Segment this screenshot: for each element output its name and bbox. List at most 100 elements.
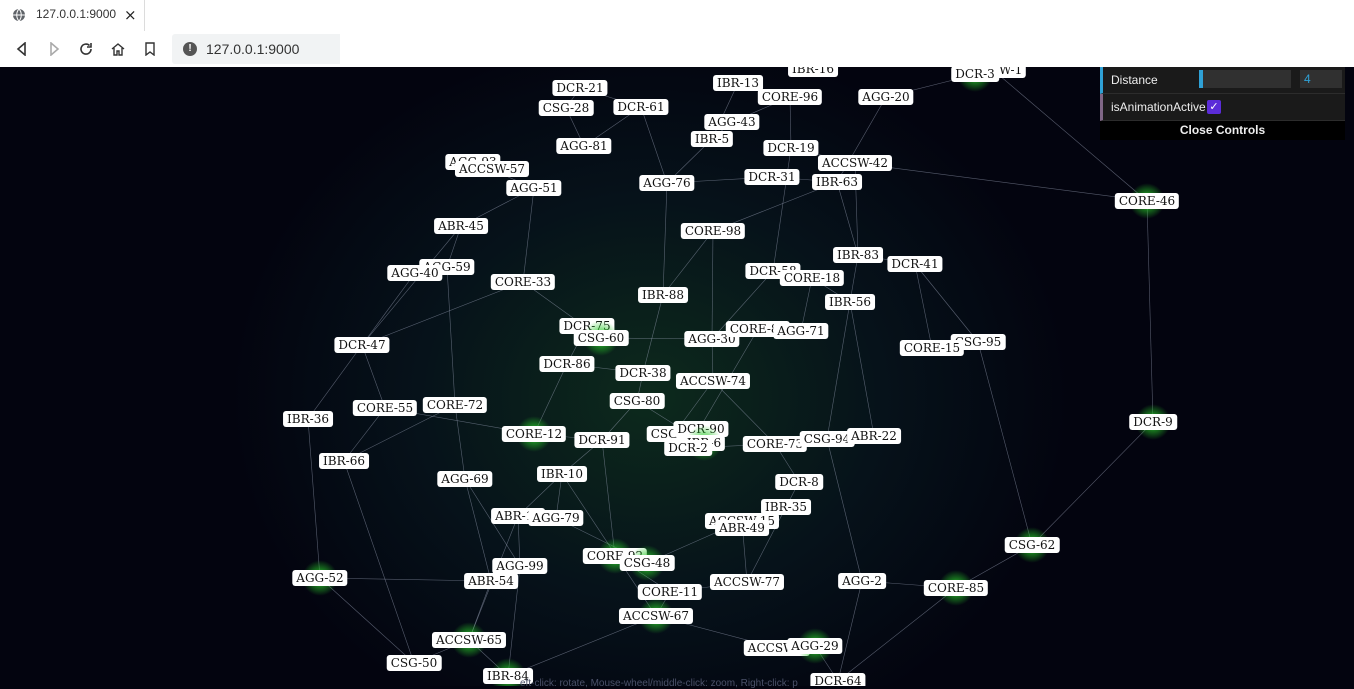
graph-link	[464, 478, 492, 582]
node-label-dcr-9[interactable]: DCR-9	[1129, 414, 1177, 430]
node-label-agg-43[interactable]: AGG-43	[704, 114, 760, 130]
node-label-dcr-47[interactable]: DCR-47	[334, 337, 390, 353]
graph-link	[711, 230, 714, 340]
node-label-csg-28[interactable]: CSG-28	[538, 100, 594, 116]
distance-input[interactable]: 4	[1300, 70, 1342, 88]
node-label-ibr-66[interactable]: IBR-66	[319, 453, 369, 469]
node-label-agg-71[interactable]: AGG-71	[773, 323, 829, 339]
node-label-agg-81[interactable]: AGG-81	[556, 138, 612, 154]
node-label-abr-54[interactable]: ABR-54	[464, 573, 518, 589]
node-label-dcr-21[interactable]: DCR-21	[552, 80, 608, 96]
controls-panel: Distance 4 isAnimationActive ✓ Close Con…	[1100, 67, 1345, 140]
node-label-accsw-74[interactable]: ACCSW-74	[675, 373, 751, 389]
node-label-agg-52[interactable]: AGG-52	[292, 570, 348, 586]
browser-tab[interactable]: 127.0.0.1:9000 ×	[0, 0, 145, 31]
node-label-csg-50[interactable]: CSG-50	[386, 655, 442, 671]
node-label-agg-69[interactable]: AGG-69	[437, 471, 493, 487]
back-icon[interactable]	[12, 39, 32, 59]
globe-icon	[13, 8, 25, 22]
graph-link	[977, 341, 1033, 546]
info-icon[interactable]: !	[183, 42, 197, 56]
node-label-abr-45[interactable]: ABR-45	[434, 218, 488, 234]
node-label-accsw-42[interactable]: ACCSW-42	[817, 155, 893, 171]
graph-link	[849, 301, 875, 437]
address-bar[interactable]: ! 127.0.0.1:9000	[172, 34, 340, 64]
node-label-ibr-13[interactable]: IBR-13	[713, 75, 763, 91]
node-label-ibr-88[interactable]: IBR-88	[638, 287, 688, 303]
node-label-ibr-83[interactable]: IBR-83	[833, 247, 883, 263]
graph-link	[1031, 421, 1154, 546]
reload-icon[interactable]	[76, 39, 96, 59]
node-label-dcr-61[interactable]: DCR-61	[613, 99, 669, 115]
node-label-csg-94[interactable]: CSG-94	[799, 431, 855, 447]
node-label-ibr-36[interactable]: IBR-36	[283, 411, 333, 427]
graph-link	[642, 294, 664, 374]
node-label-dcr-38[interactable]: DCR-38	[615, 365, 671, 381]
node-label-accsw-77[interactable]: ACCSW-77	[709, 574, 785, 590]
node-label-dcr-31[interactable]: DCR-31	[744, 169, 800, 185]
graph-link	[361, 272, 416, 346]
node-label-agg-29[interactable]: AGG-29	[787, 638, 843, 654]
node-label-dcr-8[interactable]: DCR-8	[775, 474, 823, 490]
node-label-ibr-16[interactable]: IBR-16	[788, 67, 838, 77]
browser-toolbar: ! 127.0.0.1:9000	[0, 31, 1354, 67]
node-label-ibr-10[interactable]: IBR-10	[537, 466, 587, 482]
distance-row: Distance 4	[1100, 67, 1345, 94]
animation-checkbox[interactable]: ✓	[1207, 100, 1221, 114]
graph-link	[319, 577, 415, 664]
node-label-csg-60[interactable]: CSG-60	[573, 330, 629, 346]
graph-link	[640, 106, 668, 184]
node-label-accsw-67[interactable]: ACCSW-67	[618, 608, 694, 624]
node-label-core-46[interactable]: CORE-46	[1114, 193, 1180, 209]
node-label-core-18[interactable]: CORE-18	[779, 270, 845, 286]
node-label-agg-20[interactable]: AGG-20	[858, 89, 914, 105]
bookmark-icon[interactable]	[140, 39, 160, 59]
node-label-agg-2[interactable]: AGG-2	[838, 573, 886, 589]
graph-link	[836, 181, 859, 256]
node-label-core-15[interactable]: CORE-15	[899, 340, 965, 356]
node-label-core-72[interactable]: CORE-72	[422, 397, 488, 413]
node-label-core-11[interactable]: CORE-11	[637, 584, 703, 600]
node-label-dcr-3[interactable]: DCR-3	[951, 67, 999, 82]
node-label-core-55[interactable]: CORE-55	[352, 400, 418, 416]
close-tab-icon[interactable]: ×	[124, 6, 137, 24]
node-label-csg-48[interactable]: CSG-48	[619, 555, 675, 571]
node-label-ibr-56[interactable]: IBR-56	[825, 294, 875, 310]
node-label-core-33[interactable]: CORE-33	[490, 274, 556, 290]
node-label-agg-40[interactable]: AGG-40	[387, 265, 443, 281]
node-label-core-73[interactable]: CORE-73	[742, 436, 808, 452]
node-label-agg-99[interactable]: AGG-99	[492, 558, 548, 574]
forward-icon[interactable]	[44, 39, 64, 59]
node-label-accsw-57[interactable]: ACCSW-57	[454, 161, 530, 177]
node-label-dcr-2[interactable]: DCR-2	[664, 440, 712, 456]
node-label-dcr-64[interactable]: DCR-64	[810, 673, 866, 686]
distance-slider[interactable]	[1199, 70, 1291, 88]
node-label-ibr-63[interactable]: IBR-63	[812, 174, 862, 190]
node-label-core-96[interactable]: CORE-96	[757, 89, 823, 105]
node-label-agg-76[interactable]: AGG-76	[639, 175, 695, 191]
node-label-csg-62[interactable]: CSG-62	[1004, 537, 1060, 553]
node-label-dcr-19[interactable]: DCR-19	[763, 140, 819, 156]
node-label-csg-80[interactable]: CSG-80	[609, 393, 665, 409]
node-label-dcr-86[interactable]: DCR-86	[539, 356, 595, 372]
node-label-agg-51[interactable]: AGG-51	[506, 180, 562, 196]
node-label-dcr-91[interactable]: DCR-91	[574, 432, 630, 448]
graph-canvas[interactable]: DCR-21IBR-13IBR-16ACCSW-1DCR-3CSG-28DCR-…	[0, 67, 1354, 686]
node-label-abr-22[interactable]: ABR-22	[847, 428, 901, 444]
graph-link	[826, 301, 851, 440]
animation-row: isAnimationActive ✓	[1100, 94, 1345, 121]
node-label-abr-49[interactable]: ABR-49	[715, 520, 769, 536]
node-label-core-98[interactable]: CORE-98	[680, 223, 746, 239]
graph-link	[914, 263, 979, 343]
node-label-accsw-65[interactable]: ACCSW-65	[431, 632, 507, 648]
node-label-core-85[interactable]: CORE-85	[923, 580, 989, 596]
node-label-dcr-41[interactable]: DCR-41	[887, 256, 943, 272]
home-icon[interactable]	[108, 39, 128, 59]
tab-title: 127.0.0.1:9000	[36, 7, 117, 21]
close-controls-button[interactable]: Close Controls	[1100, 121, 1345, 140]
graph-link	[772, 147, 792, 272]
node-label-agg-79[interactable]: AGG-79	[528, 510, 584, 526]
node-label-ibr-5[interactable]: IBR-5	[690, 131, 734, 147]
browser-chrome: 127.0.0.1:9000 × ! 127.0.0.1:9000	[0, 0, 1354, 67]
node-label-core-12[interactable]: CORE-12	[501, 426, 567, 442]
